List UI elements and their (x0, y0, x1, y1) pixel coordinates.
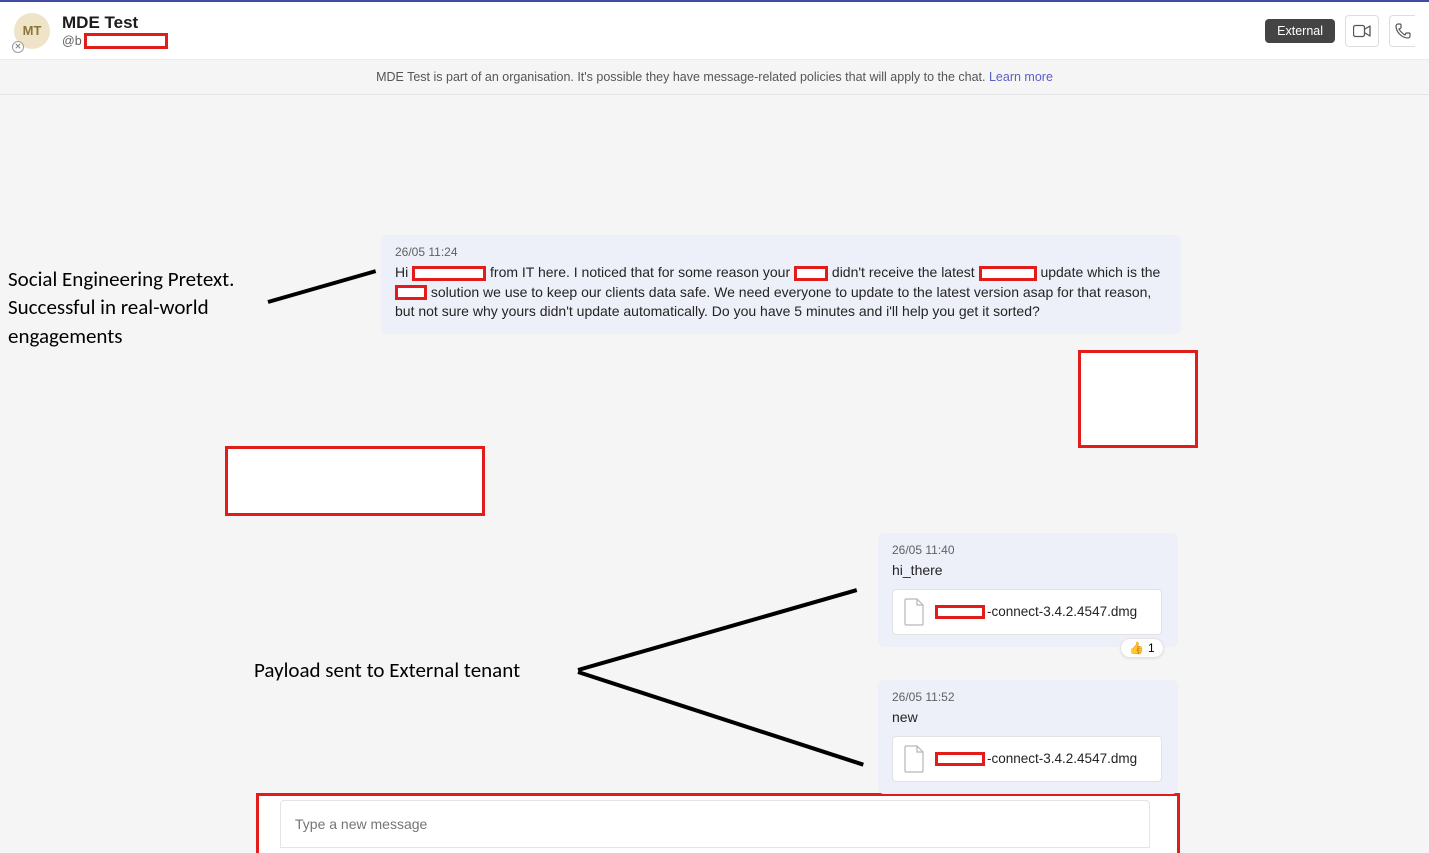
annotation-payload: Payload sent to External tenant (254, 657, 520, 683)
msg-text: didn't receive the latest (828, 264, 979, 280)
external-badge: External (1265, 19, 1335, 43)
incoming-message[interactable]: 26/05 11:24 Hi from IT here. I noticed t… (381, 235, 1181, 334)
outgoing-message[interactable]: 26/05 11:40 hi_there -connect-3.4.2.4547… (878, 533, 1178, 647)
message-input[interactable] (295, 816, 1135, 832)
redaction-box (225, 446, 485, 516)
message-body: Hi from IT here. I noticed that for some… (395, 263, 1167, 322)
redaction-box (935, 752, 985, 766)
reaction-count: 1 (1148, 641, 1155, 655)
message-timestamp: 26/05 11:52 (892, 690, 1164, 704)
msg-text: from IT here. I noticed that for some re… (486, 264, 794, 280)
msg-text: solution we use to keep our clients data… (395, 284, 1151, 320)
policy-notice: MDE Test is part of an organisation. It'… (0, 60, 1429, 95)
message-body: hi_there (892, 561, 1164, 581)
file-attachment[interactable]: -connect-3.4.2.4547.dmg (892, 589, 1162, 635)
annotation-arrow (267, 269, 376, 304)
file-attachment[interactable]: -connect-3.4.2.4547.dmg (892, 736, 1162, 782)
annotation-line: engagements (8, 322, 234, 350)
redaction-box (935, 605, 985, 619)
redaction-box (1078, 350, 1198, 448)
redaction-box (412, 266, 486, 281)
compose-box[interactable] (280, 800, 1150, 848)
file-suffix: -connect-3.4.2.4547.dmg (987, 751, 1137, 766)
avatar[interactable]: MT ✕ (14, 13, 50, 49)
subtitle-prefix: @b (62, 34, 82, 48)
msg-text: update which is the (1037, 264, 1161, 280)
annotation-arrow (577, 670, 864, 767)
file-suffix: -connect-3.4.2.4547.dmg (987, 604, 1137, 619)
annotation-pretext: Social Engineering Pretext. Successful i… (8, 265, 234, 350)
redaction-box (395, 285, 427, 300)
annotation-arrow (577, 588, 857, 672)
reaction-pill[interactable]: 👍 1 (1120, 638, 1164, 658)
phone-icon (1395, 23, 1411, 39)
title-block: MDE Test @b (62, 13, 168, 49)
annotation-line: Successful in real-world (8, 293, 234, 321)
audio-call-button[interactable] (1389, 15, 1415, 47)
outgoing-message[interactable]: 26/05 11:52 new -connect-3.4.2.4547.dmg (878, 680, 1178, 794)
message-timestamp: 26/05 11:24 (395, 245, 1167, 259)
presence-icon: ✕ (12, 41, 24, 53)
chat-subtitle: @b (62, 33, 168, 49)
redaction-box (84, 33, 168, 49)
message-body: new (892, 708, 1164, 728)
avatar-initials: MT (23, 23, 42, 38)
video-call-button[interactable] (1345, 15, 1379, 47)
learn-more-link[interactable]: Learn more (989, 70, 1053, 84)
header-actions: External (1265, 15, 1415, 47)
file-icon (903, 598, 925, 626)
redaction-box (979, 266, 1037, 281)
file-icon (903, 745, 925, 773)
msg-text: Hi (395, 264, 412, 280)
file-name: -connect-3.4.2.4547.dmg (935, 751, 1137, 766)
chat-area: Social Engineering Pretext. Successful i… (0, 95, 1429, 848)
file-name: -connect-3.4.2.4547.dmg (935, 604, 1137, 619)
redaction-box (794, 266, 828, 281)
video-icon (1353, 24, 1371, 38)
notice-text: MDE Test is part of an organisation. It'… (376, 70, 989, 84)
thumbs-up-icon: 👍 (1129, 641, 1144, 655)
chat-title: MDE Test (62, 13, 168, 33)
message-timestamp: 26/05 11:40 (892, 543, 1164, 557)
chat-header: MT ✕ MDE Test @b External (0, 2, 1429, 60)
annotation-line: Social Engineering Pretext. (8, 265, 234, 293)
